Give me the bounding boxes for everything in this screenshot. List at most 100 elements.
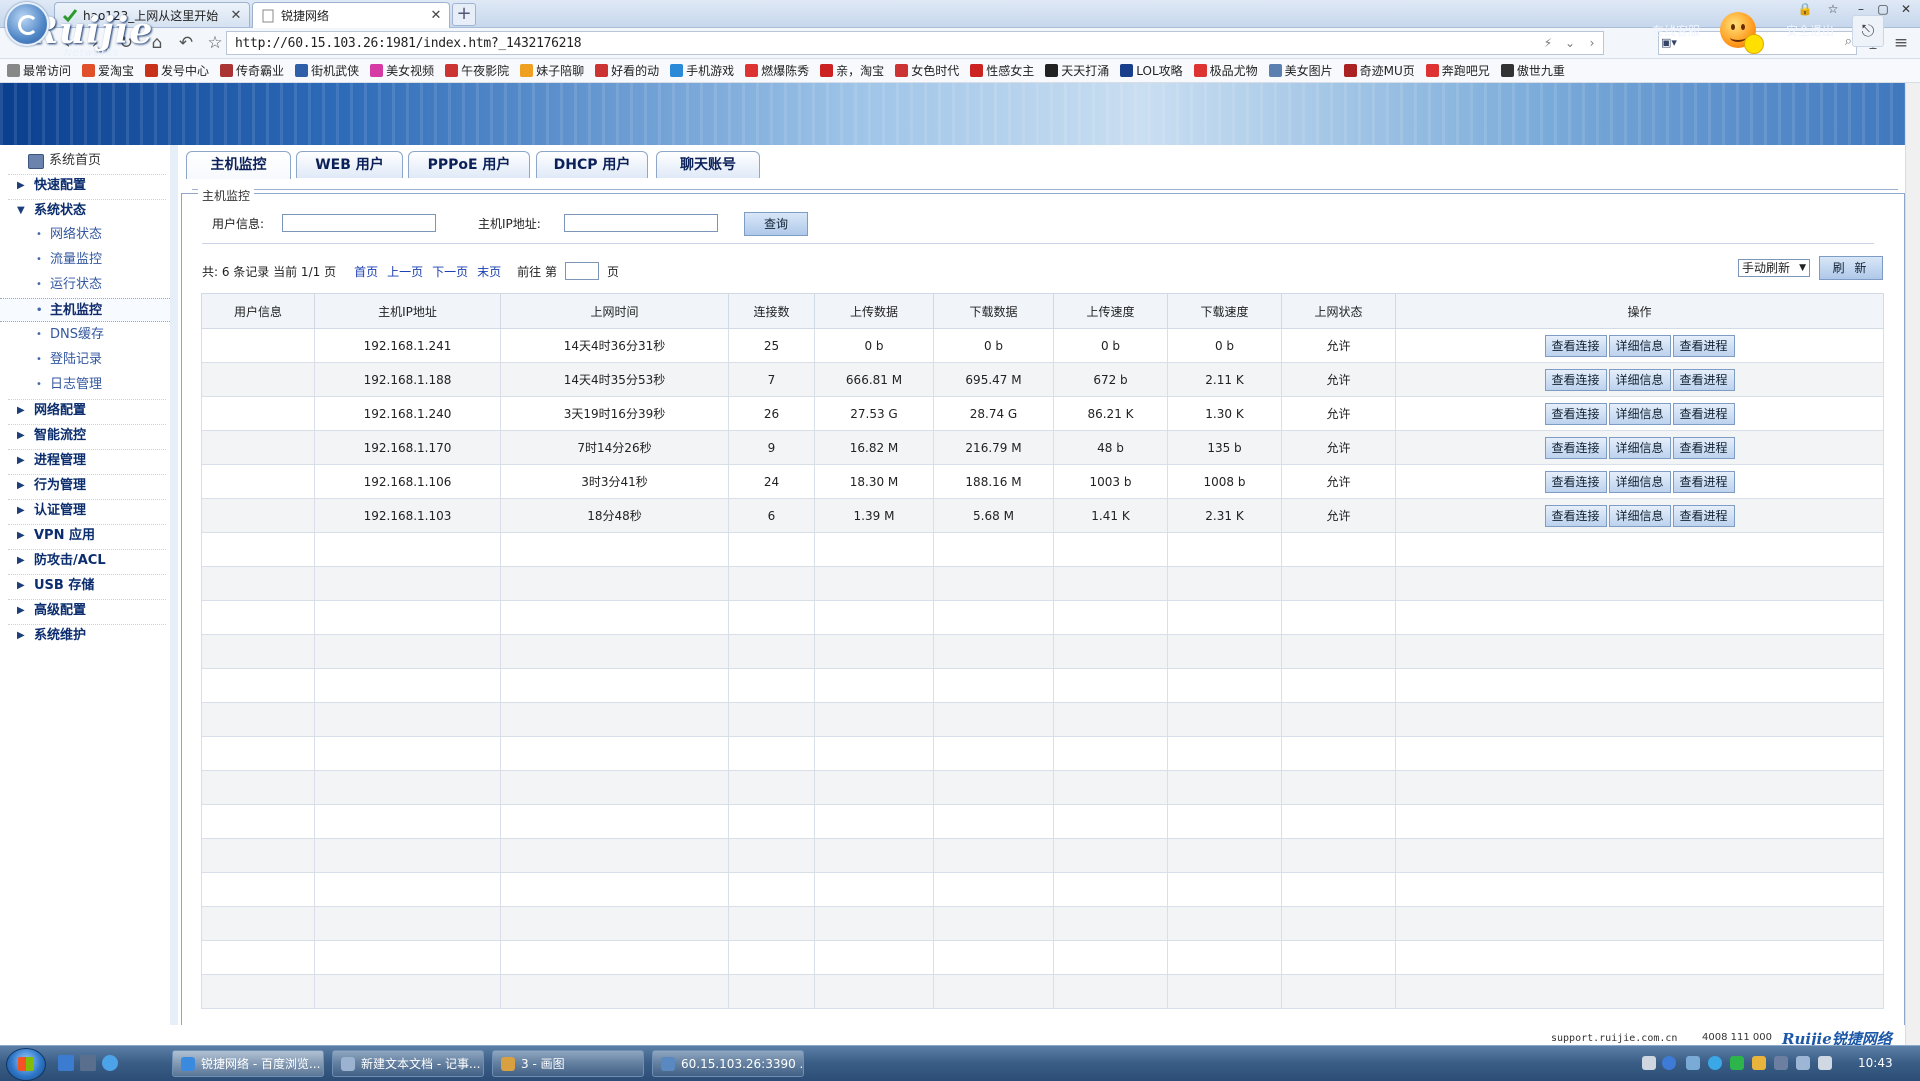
go-arrow-icon[interactable]: › [1581, 36, 1603, 50]
search-icon[interactable]: ⌕ [1845, 34, 1852, 49]
sidebar-subitem-3[interactable]: • 主机监控 [0, 298, 170, 322]
address-bar[interactable]: http://60.15.103.26:1981/index.htm?_1432… [226, 31, 1604, 55]
sidebar-item-0[interactable]: ▶ 快速配置 [0, 174, 170, 198]
logout-door-icon[interactable]: ⎋ [1852, 15, 1884, 47]
bookmark-item[interactable]: 女色时代 [895, 62, 959, 79]
next-page-link[interactable]: 下一页 [432, 263, 468, 280]
view-connections-button[interactable]: 查看连接 [1544, 504, 1607, 527]
sidebar-item-11[interactable]: ▶ 系统维护 [0, 624, 170, 648]
input-method-icon[interactable] [1818, 1056, 1832, 1070]
bookmark-item[interactable]: 燃爆陈秀 [745, 62, 809, 79]
sidebar-item-10[interactable]: ▶ 高级配置 [0, 599, 170, 623]
view-processes-button[interactable]: 查看进程 [1672, 368, 1735, 391]
sidebar-item-4[interactable]: ▶ 进程管理 [0, 449, 170, 473]
sidebar-subitem-1[interactable]: • 流量监控 [0, 248, 170, 272]
bookmark-item[interactable]: 天天打涌 [1045, 62, 1109, 79]
view-connections-button[interactable]: 查看连接 [1544, 402, 1607, 425]
bookmark-item[interactable]: 极品尤物 [1193, 62, 1258, 79]
ie-icon[interactable] [102, 1055, 118, 1071]
user-info-input[interactable] [282, 214, 436, 232]
tab-1[interactable]: WEB 用户 [296, 151, 403, 178]
page-scrollbar[interactable] [1905, 83, 1920, 1045]
refresh-mode-select[interactable]: 手动刷新 ▼ [1738, 259, 1810, 277]
sidebar-subitem-4[interactable]: • DNS缓存 [0, 323, 170, 347]
volume-icon[interactable] [1796, 1056, 1810, 1070]
online-service-link[interactable]: 在线客服 [1652, 22, 1700, 39]
view-processes-button[interactable]: 查看进程 [1672, 436, 1735, 459]
sidebar-item-7[interactable]: ▶ VPN 应用 [0, 524, 170, 548]
details-button[interactable]: 详细信息 [1608, 436, 1671, 459]
security-icon[interactable] [1730, 1056, 1744, 1070]
close-tab-icon[interactable]: ✕ [429, 8, 443, 23]
help-icon[interactable] [1662, 1056, 1676, 1070]
details-button[interactable]: 详细信息 [1608, 402, 1671, 425]
favorite-star-icon[interactable]: ☆ [204, 32, 226, 54]
browser-logo-icon[interactable] [5, 2, 49, 46]
bookmark-item[interactable]: 美女视频 [370, 62, 434, 79]
view-processes-button[interactable]: 查看进程 [1672, 504, 1735, 527]
bookmark-item[interactable]: 传奇霸业 [220, 62, 284, 79]
close-tab-icon[interactable]: ✕ [229, 8, 243, 23]
taskbar-task-1[interactable]: 新建文本文档 - 记事... [332, 1050, 484, 1077]
details-button[interactable]: 详细信息 [1608, 504, 1671, 527]
view-connections-button[interactable]: 查看连接 [1544, 436, 1607, 459]
skin-icon[interactable]: ☆ [1824, 2, 1842, 18]
sidebar-item-6[interactable]: ▶ 认证管理 [0, 499, 170, 523]
bookmark-item[interactable]: 性感女主 [970, 62, 1034, 79]
sidebar-subitem-5[interactable]: • 登陆记录 [0, 348, 170, 372]
view-processes-button[interactable]: 查看进程 [1672, 334, 1735, 357]
tab-3[interactable]: DHCP 用户 [536, 151, 648, 178]
bookmark-item[interactable]: 午夜影院 [445, 62, 509, 79]
view-processes-button[interactable]: 查看进程 [1672, 470, 1735, 493]
first-page-link[interactable]: 首页 [354, 263, 378, 280]
bookmark-item[interactable]: 最常访问 [7, 62, 71, 79]
taskbar-task-2[interactable]: 3 - 画图 [492, 1050, 644, 1077]
view-connections-button[interactable]: 查看连接 [1544, 368, 1607, 391]
bookmark-item[interactable]: 美女图片 [1268, 62, 1333, 79]
bookmark-item[interactable]: 发号中心 [145, 62, 209, 79]
taskbar-task-3[interactable]: 60.15.103.26:3390 ... [652, 1050, 804, 1077]
bookmark-item[interactable]: 亲，淘宝 [820, 62, 884, 79]
service-avatar-icon[interactable] [1720, 12, 1764, 54]
tray-expand-icon[interactable] [1686, 1056, 1700, 1070]
bookmark-item[interactable]: 奇迹MU页 [1343, 62, 1415, 79]
tab-0[interactable]: 主机监控 [186, 151, 291, 179]
bookmark-item[interactable]: 街机武侠 [295, 62, 359, 79]
bookmark-item[interactable]: 手机游戏 [670, 62, 734, 79]
new-tab-button[interactable]: + [452, 3, 476, 26]
bookmark-item[interactable]: LOL攻略 [1120, 62, 1183, 79]
menu-icon[interactable]: ≡ [1890, 32, 1912, 54]
sidebar-item-3[interactable]: ▶ 智能流控 [0, 424, 170, 448]
start-button[interactable] [6, 1048, 46, 1081]
view-connections-button[interactable]: 查看连接 [1544, 334, 1607, 357]
usb-icon[interactable] [1752, 1056, 1766, 1070]
sidebar-item-8[interactable]: ▶ 防攻击/ACL [0, 549, 170, 573]
host-ip-input[interactable] [564, 214, 718, 232]
view-processes-button[interactable]: 查看进程 [1672, 402, 1735, 425]
details-button[interactable]: 详细信息 [1608, 470, 1671, 493]
sidebar-item-5[interactable]: ▶ 行为管理 [0, 474, 170, 498]
sidebar-subitem-2[interactable]: • 运行状态 [0, 273, 170, 297]
qq-icon[interactable] [1708, 1056, 1722, 1070]
bookmark-item[interactable]: 妹子陪聊 [520, 62, 584, 79]
prev-page-link[interactable]: 上一页 [387, 263, 423, 280]
flash-icon[interactable]: ⚡ [1537, 36, 1559, 50]
details-button[interactable]: 详细信息 [1608, 334, 1671, 357]
tab-2[interactable]: PPPoE 用户 [408, 151, 530, 178]
sidebar-item-home[interactable]: 系统首页 [0, 149, 170, 173]
logout-link[interactable]: 安全退出 [1786, 22, 1834, 39]
sidebar-item-2[interactable]: ▶ 网络配置 [0, 399, 170, 423]
details-button[interactable]: 详细信息 [1608, 368, 1671, 391]
view-connections-button[interactable]: 查看连接 [1544, 470, 1607, 493]
sidebar-subitem-0[interactable]: • 网络状态 [0, 223, 170, 247]
refresh-button[interactable]: 刷 新 [1819, 256, 1883, 280]
bookmark-item[interactable]: 爱淘宝 [82, 62, 134, 79]
explorer-icon[interactable] [80, 1055, 96, 1071]
network-icon[interactable] [1774, 1056, 1788, 1070]
undo-icon[interactable]: ↶ [175, 32, 197, 54]
browser-tab-ruijie[interactable]: 锐捷网络 ✕ [252, 2, 450, 28]
last-page-link[interactable]: 末页 [477, 263, 501, 280]
close-window-icon[interactable]: ✕ [1897, 2, 1915, 18]
tab-4[interactable]: 聊天账号 [656, 151, 760, 178]
lock-icon[interactable]: 🔒 [1796, 2, 1814, 18]
